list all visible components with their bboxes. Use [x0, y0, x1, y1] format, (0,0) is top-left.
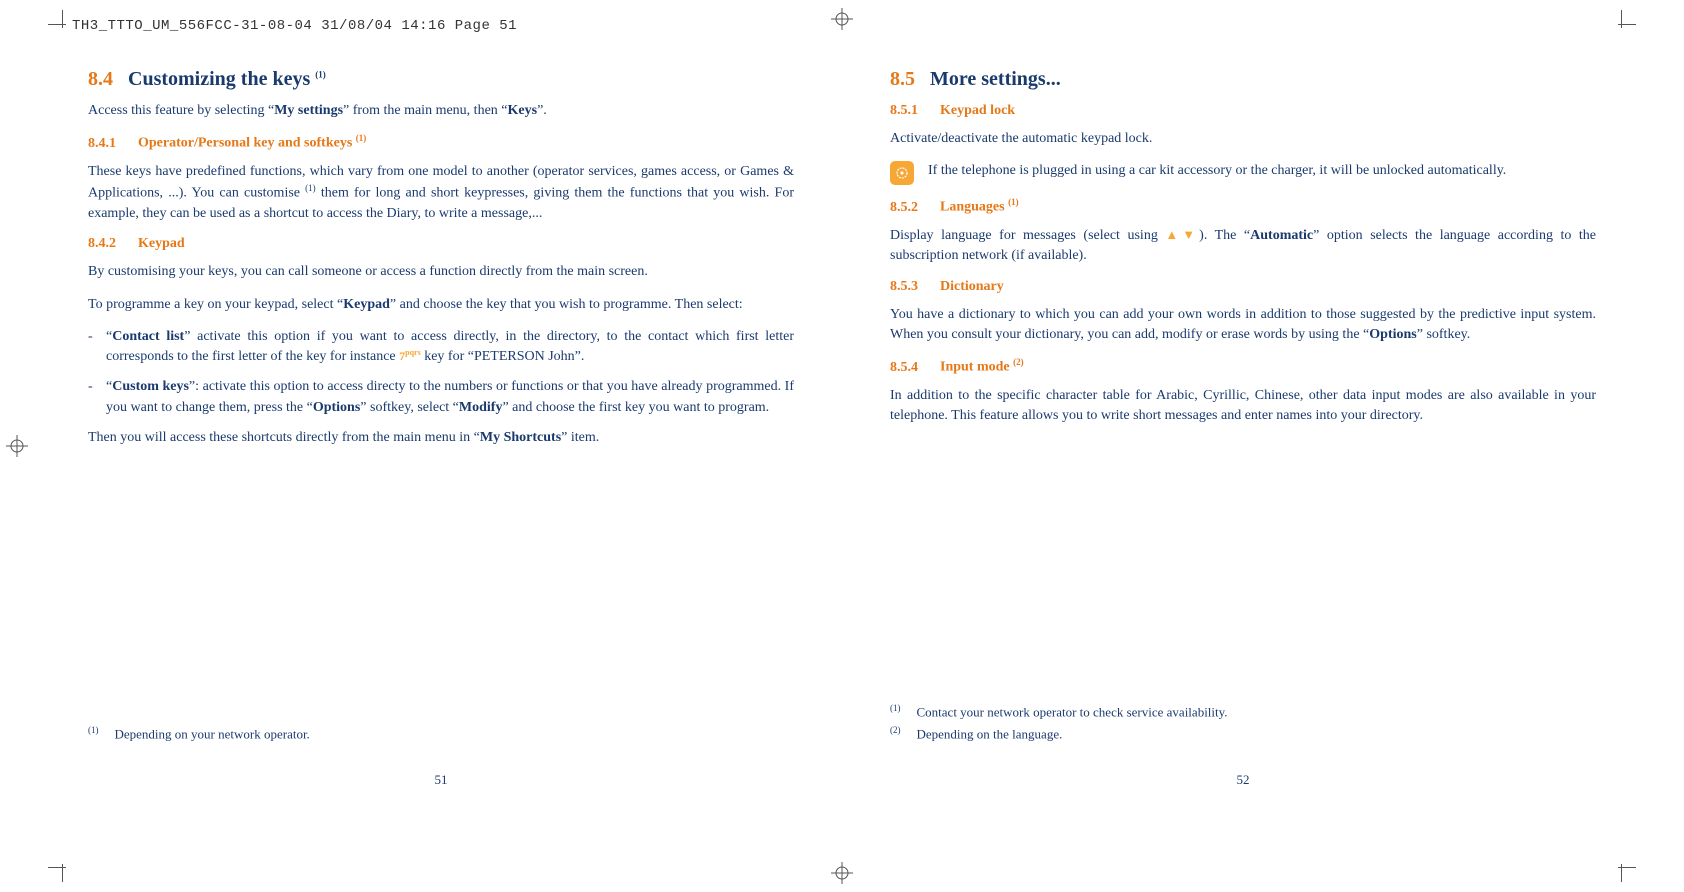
section-heading: 8.5 More settings...	[890, 68, 1596, 91]
subsection-heading: 8.5.2Languages (1)	[890, 197, 1596, 216]
keypad-key-icon: 7pqrs	[399, 349, 421, 363]
list-item: - “Custom keys”: activate this option to…	[88, 377, 794, 418]
registration-mark-icon	[831, 862, 853, 884]
page-right: 8.5 More settings... 8.5.1Keypad lock Ac…	[862, 50, 1624, 810]
paragraph: Activate/deactivate the automatic keypad…	[890, 129, 1596, 149]
paragraph: These keys have predefined functions, wh…	[88, 162, 794, 225]
crop-mark	[1618, 10, 1636, 28]
crop-mark	[48, 864, 66, 882]
list-item: - “Contact list” activate this option if…	[88, 327, 794, 368]
footnote: (2)Depending on the language.	[890, 725, 1596, 742]
footnotes: (1)Depending on your network operator.	[88, 725, 794, 746]
registration-mark-icon	[6, 435, 28, 457]
section-number: 8.5	[890, 68, 915, 90]
paragraph: To programme a key on your keypad, selec…	[88, 295, 794, 315]
nav-updown-icon: ▲▼	[1165, 227, 1199, 242]
subsection-heading: 8.5.1Keypad lock	[890, 103, 1596, 119]
plug-icon	[890, 161, 914, 185]
footnote: (1)Contact your network operator to chec…	[890, 703, 1596, 720]
subsection-heading: 8.4.1Operator/Personal key and softkeys …	[88, 133, 794, 152]
footnote-ref: (1)	[315, 69, 326, 79]
page-number: 52	[862, 772, 1624, 788]
imposition-header: TH3_TTTO_UM_556FCC-31-08-04 31/08/04 14:…	[72, 18, 517, 34]
subsection-heading: 8.4.2Keypad	[88, 236, 794, 252]
paragraph: Access this feature by selecting “My set…	[88, 103, 794, 119]
paragraph: By customising your keys, you can call s…	[88, 262, 794, 282]
footnotes: (1)Contact your network operator to chec…	[890, 703, 1596, 746]
section-title: More settings...	[930, 68, 1061, 90]
paragraph: Then you will access these shortcuts dir…	[88, 428, 794, 448]
section-heading: 8.4 Customizing the keys (1)	[88, 68, 794, 91]
info-callout: If the telephone is plugged in using a c…	[890, 161, 1596, 185]
page-number: 51	[60, 772, 822, 788]
paragraph: Display language for messages (select us…	[890, 226, 1596, 267]
paragraph: You have a dictionary to which you can a…	[890, 305, 1596, 346]
crop-mark	[1618, 864, 1636, 882]
subsection-heading: 8.5.3Dictionary	[890, 279, 1596, 295]
paragraph: In addition to the specific character ta…	[890, 386, 1596, 427]
crop-mark	[48, 10, 66, 28]
section-title: Customizing the keys	[128, 68, 310, 90]
page-left: 8.4 Customizing the keys (1) Access this…	[60, 50, 822, 810]
footnote: (1)Depending on your network operator.	[88, 725, 794, 742]
registration-mark-icon	[831, 8, 853, 30]
section-number: 8.4	[88, 68, 113, 90]
subsection-heading: 8.5.4Input mode (2)	[890, 357, 1596, 376]
